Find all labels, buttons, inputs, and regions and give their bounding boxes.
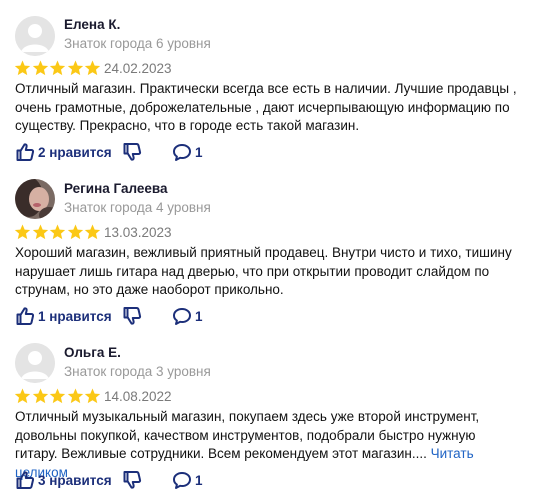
rating-stars — [14, 60, 102, 76]
placeholder-avatar-icon — [15, 16, 55, 56]
dislike-button[interactable] — [122, 141, 142, 163]
like-count: 3 нравится — [38, 472, 112, 488]
comment-count: 1 — [195, 308, 203, 324]
comment-icon — [173, 308, 191, 325]
star-icon — [84, 60, 101, 76]
reviewer-name[interactable]: Елена К. — [64, 17, 120, 32]
reviewer-name[interactable]: Регина Галеева — [64, 181, 168, 196]
star-icon — [32, 388, 49, 404]
comments-button[interactable]: 1 — [172, 305, 203, 327]
like-count: 2 нравится — [38, 144, 112, 160]
like-button[interactable]: 2 нравится — [15, 141, 112, 163]
comments-button[interactable]: 1 — [172, 141, 203, 163]
star-icon — [14, 60, 31, 76]
thumbs-down-icon — [123, 307, 142, 325]
star-icon — [14, 224, 31, 240]
star-icon — [67, 60, 84, 76]
dislike-button[interactable] — [122, 305, 142, 327]
review-body: Отличный музыкальный магазин, покупаем з… — [15, 409, 480, 461]
comment-icon — [173, 144, 191, 161]
star-icon — [49, 388, 66, 404]
star-icon — [84, 224, 101, 240]
avatar[interactable] — [15, 16, 55, 56]
thumbs-up-icon — [16, 143, 35, 161]
comment-count: 1 — [195, 144, 203, 160]
star-icon — [32, 60, 49, 76]
review-date: 13.03.2023 — [104, 225, 172, 240]
star-icon — [32, 224, 49, 240]
thumbs-up-icon — [16, 471, 35, 489]
rating-stars — [14, 224, 102, 240]
like-button[interactable]: 1 нравится — [15, 305, 112, 327]
dislike-button[interactable] — [122, 469, 142, 491]
avatar[interactable] — [15, 179, 55, 219]
reviewer-level: Знаток города 6 уровня — [64, 36, 211, 51]
star-icon — [67, 388, 84, 404]
star-icon — [14, 388, 31, 404]
star-icon — [49, 224, 66, 240]
comments-button[interactable]: 1 — [172, 469, 203, 491]
placeholder-avatar-icon — [15, 343, 55, 383]
thumbs-up-icon — [16, 307, 35, 325]
avatar[interactable] — [15, 343, 55, 383]
comment-icon — [173, 472, 191, 489]
review-body: Отличный магазин. Практически всегда все… — [15, 81, 517, 133]
rating-stars — [14, 388, 102, 404]
user-photo — [15, 179, 55, 219]
thumbs-down-icon — [123, 143, 142, 161]
like-button[interactable]: 3 нравится — [15, 469, 112, 491]
comment-count: 1 — [195, 472, 203, 488]
reviewer-level: Знаток города 4 уровня — [64, 200, 211, 215]
review-text: Отличный магазин. Практически всегда все… — [15, 80, 520, 136]
reviewer-level: Знаток города 3 уровня — [64, 364, 211, 379]
review-body: Хороший магазин, вежливый приятный прода… — [15, 245, 512, 297]
star-icon — [67, 224, 84, 240]
review-text: Хороший магазин, вежливый приятный прода… — [15, 244, 520, 300]
review-date: 24.02.2023 — [104, 61, 172, 76]
reviewer-name[interactable]: Ольга Е. — [64, 345, 121, 360]
review-date: 14.08.2022 — [104, 389, 172, 404]
star-icon — [49, 60, 66, 76]
like-count: 1 нравится — [38, 308, 112, 324]
thumbs-down-icon — [123, 471, 142, 489]
star-icon — [84, 388, 101, 404]
